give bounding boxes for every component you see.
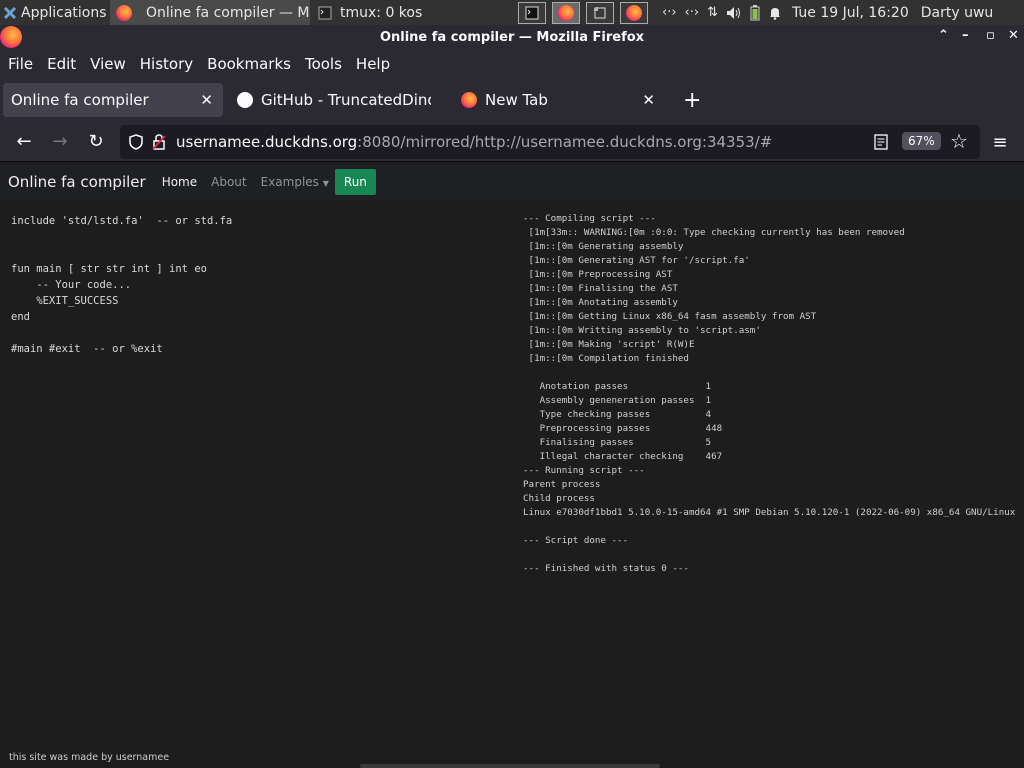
- notification-bell-icon[interactable]: [768, 6, 782, 20]
- firefox-logo-icon: [0, 26, 22, 48]
- applications-menu[interactable]: Applications: [0, 0, 108, 25]
- network-icon[interactable]: ‹·›: [662, 5, 677, 20]
- close-tab-icon[interactable]: ✕: [200, 91, 213, 109]
- zoom-level-badge[interactable]: 67%: [902, 132, 941, 150]
- user-name[interactable]: Darty uwu: [921, 5, 994, 21]
- taskbar: Applications Online fa compiler — M... t…: [0, 0, 1024, 25]
- run-button[interactable]: Run: [334, 168, 376, 195]
- volume-icon[interactable]: [726, 6, 742, 20]
- nav-examples-dropdown[interactable]: Examples ▼: [261, 175, 329, 189]
- nav-home-link[interactable]: Home: [162, 175, 197, 189]
- forward-arrow-icon[interactable]: →: [42, 124, 78, 160]
- firefox-icon: [558, 4, 574, 21]
- menu-help[interactable]: Help: [356, 55, 390, 73]
- shield-icon[interactable]: [128, 134, 144, 150]
- output-console: --- Compiling script --- [1m[33m:: WARNI…: [523, 213, 1016, 574]
- window-restore-icon[interactable]: ⌃: [938, 28, 949, 43]
- url-bar[interactable]: usernamee.duckdns.org:8080/mirrored/http…: [120, 125, 980, 159]
- taskbar-window-tmux[interactable]: tmux: 0 kos: [312, 0, 472, 25]
- tab-new-tab[interactable]: New Tab ✕: [453, 83, 665, 117]
- tab-label: Online fa compiler: [11, 91, 149, 109]
- network-icon-2[interactable]: ‹·›: [685, 5, 700, 20]
- menu-history[interactable]: History: [140, 55, 193, 73]
- tab-label: New Tab: [485, 91, 548, 109]
- menu-view[interactable]: View: [90, 55, 126, 73]
- xfce-icon: [3, 6, 17, 19]
- clock[interactable]: Tue 19 Jul, 16:20: [792, 5, 909, 21]
- window-close-icon[interactable]: ✕: [1008, 28, 1019, 43]
- launcher-firefox[interactable]: [552, 1, 580, 24]
- window-titlebar: Online fa compiler — Mozilla Firefox ⌃ –…: [0, 25, 1024, 50]
- launcher-firefox-2[interactable]: [620, 1, 648, 24]
- insecure-lock-icon[interactable]: [152, 134, 166, 150]
- navigation-toolbar: ← → ↻ usernamee.duckdns.org:8080/mirrore…: [0, 122, 1024, 162]
- window-title: Online fa compiler — Mozilla Firefox: [379, 30, 645, 45]
- code-editor[interactable]: include 'std/lstd.fa' -- or std.fa fun m…: [11, 213, 511, 357]
- url-host: usernamee.duckdns.org: [176, 133, 358, 151]
- terminal-icon: [525, 6, 539, 19]
- tab-bar: Online fa compiler ✕ GitHub - TruncatedD…: [0, 78, 1024, 122]
- nav-about-link[interactable]: About: [211, 175, 246, 189]
- screenshot-icon: [594, 6, 606, 18]
- hamburger-menu-icon[interactable]: ≡: [982, 124, 1018, 160]
- new-tab-plus-icon[interactable]: +: [683, 88, 701, 113]
- site-navbar: Online fa compiler Home About Examples ▼…: [0, 163, 1024, 200]
- firefox-icon: [626, 4, 642, 21]
- menu-file[interactable]: File: [8, 55, 33, 73]
- tab-online-fa-compiler[interactable]: Online fa compiler ✕: [3, 83, 223, 117]
- reload-icon[interactable]: ↻: [78, 124, 114, 160]
- launcher-screenshot[interactable]: [586, 1, 614, 24]
- menu-tools[interactable]: Tools: [305, 55, 342, 73]
- github-icon: [237, 92, 253, 108]
- bookmark-star-icon[interactable]: ☆: [950, 129, 968, 153]
- horizontal-scrollbar[interactable]: [360, 764, 660, 768]
- site-brand[interactable]: Online fa compiler: [8, 173, 146, 191]
- footer-text: this site was made by usernamee: [9, 752, 170, 763]
- caret-down-icon: ▼: [322, 178, 329, 188]
- main-content: include 'std/lstd.fa' -- or std.fa fun m…: [0, 200, 1024, 768]
- taskbar-window-title: tmux: 0 kos: [340, 4, 423, 21]
- back-arrow-icon[interactable]: ←: [6, 124, 42, 160]
- taskbar-window-firefox[interactable]: Online fa compiler — M...: [110, 0, 310, 25]
- firefox-icon: [461, 92, 477, 108]
- firefox-icon: [116, 4, 132, 21]
- tab-github[interactable]: GitHub - TruncatedDinos: [229, 83, 449, 117]
- applications-label: Applications: [21, 4, 107, 21]
- close-tab-icon[interactable]: ✕: [642, 91, 655, 109]
- battery-icon[interactable]: [750, 4, 760, 21]
- reader-view-icon[interactable]: [874, 134, 888, 150]
- menubar: File Edit View History Bookmarks Tools H…: [0, 50, 1024, 78]
- nav-examples-label: Examples: [260, 174, 319, 189]
- transfer-arrows-icon[interactable]: ⇅: [707, 5, 718, 20]
- system-tray: ‹·› ‹·› ⇅: [662, 4, 782, 21]
- menu-edit[interactable]: Edit: [47, 55, 76, 73]
- taskbar-window-title: Online fa compiler — M...: [146, 4, 310, 21]
- url-path: :8080/mirrored/http://usernamee.duckdns.…: [357, 133, 773, 151]
- window-minimize-icon[interactable]: –: [962, 28, 969, 43]
- window-maximize-icon[interactable]: ▫: [986, 28, 995, 43]
- menu-bookmarks[interactable]: Bookmarks: [207, 55, 291, 73]
- launcher-terminal[interactable]: [518, 1, 546, 24]
- tab-label: GitHub - TruncatedDinos: [261, 91, 431, 109]
- terminal-icon: [318, 6, 332, 19]
